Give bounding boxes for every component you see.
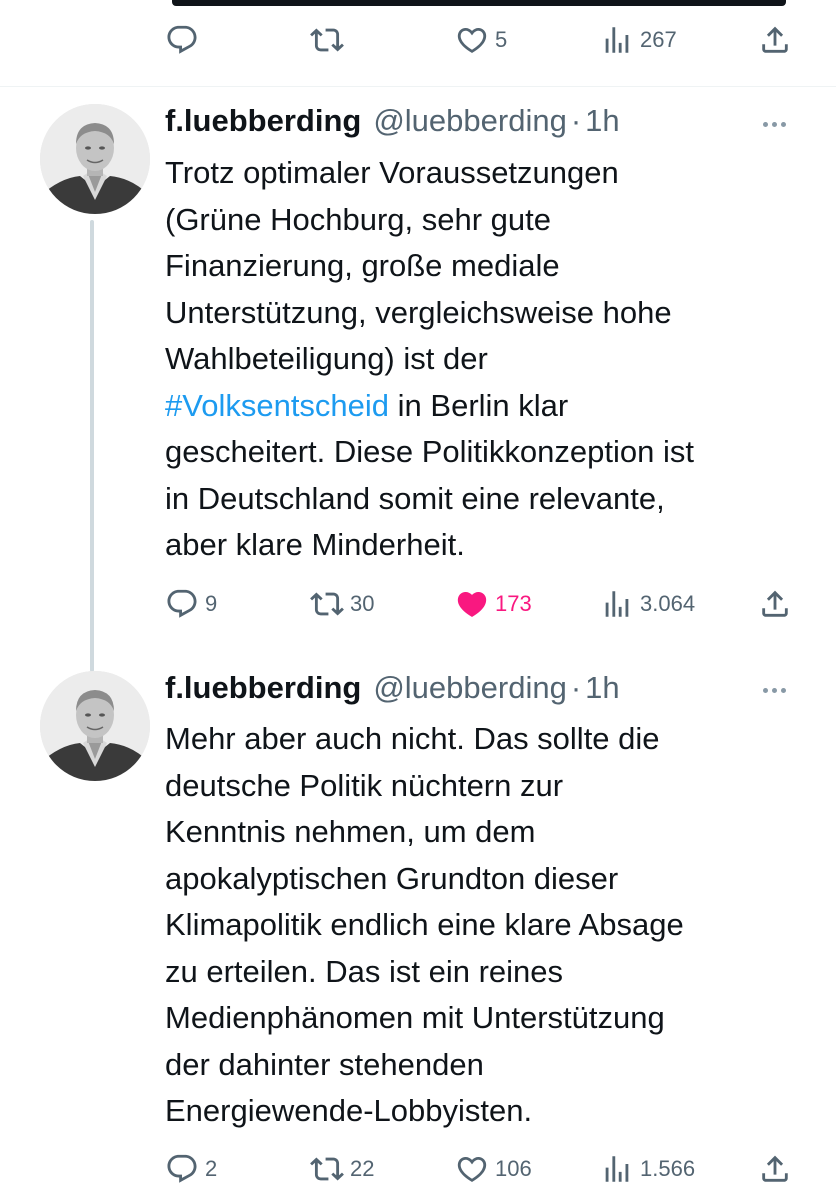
like-count: 173 <box>495 591 532 616</box>
like-button[interactable]: 106 <box>455 1145 532 1193</box>
like-count: 106 <box>495 1156 532 1181</box>
reply-button[interactable]: 2 <box>165 1145 217 1193</box>
retweet-icon <box>310 587 344 621</box>
share-icon <box>758 1152 792 1186</box>
tweet-header: f.luebberding @luebberding · 1h <box>165 670 620 710</box>
tweet-text-line: apokalyptischen Grundton dieser <box>165 860 619 896</box>
reply-button[interactable]: 9 <box>165 580 217 628</box>
reply-icon <box>165 1152 199 1186</box>
retweet-button[interactable] <box>310 16 350 64</box>
profile-photo <box>40 104 150 214</box>
more-icon <box>762 687 768 693</box>
share-button[interactable] <box>758 16 792 64</box>
tweet-text-line: der dahinter stehenden <box>165 1046 484 1082</box>
views-count: 3.064 <box>640 591 696 616</box>
user-handle[interactable]: @luebberding <box>373 670 567 706</box>
tweet-text-line: Medienphänomen mit Unterstützung <box>165 1000 665 1035</box>
tweet-text-line: Klimapolitik endlich eine klare Absage <box>165 907 684 942</box>
views-button[interactable]: 267 <box>600 16 677 64</box>
display-name[interactable]: f.luebberding <box>165 670 361 706</box>
tweet-text-line: in Deutschland somit eine relevante, <box>165 480 665 516</box>
retweet-button[interactable]: 22 <box>310 1145 374 1193</box>
previous-tweet-action-bar: 5 267 <box>0 16 836 64</box>
views-button[interactable]: 1.566 <box>600 1145 695 1193</box>
tweet-text-line: Mehr aber auch nicht. Das sollte die <box>165 721 660 756</box>
user-handle[interactable]: @luebberding <box>373 103 567 139</box>
retweet-count: 30 <box>350 591 375 616</box>
avatar[interactable] <box>40 104 150 214</box>
timestamp[interactable]: 1h <box>585 670 619 706</box>
share-button[interactable] <box>758 1145 792 1193</box>
tweet-header: f.luebberding @luebberding · 1h <box>165 103 620 143</box>
tweet-text-line: Kenntnis nehmen, um dem <box>165 814 536 849</box>
timestamp[interactable]: 1h <box>585 103 619 139</box>
previous-tweet-media-edge <box>172 0 786 6</box>
tweet-text-line: aber klare Minderheit. <box>165 527 465 562</box>
heart-icon <box>455 1152 489 1186</box>
tweet-action-bar: 2 22 106 1.566 <box>0 1145 836 1193</box>
views-button[interactable]: 3.064 <box>600 580 695 628</box>
retweet-icon <box>310 23 344 57</box>
separator-dot: · <box>570 670 582 705</box>
retweet-count: 22 <box>350 1156 375 1181</box>
tweet-text-line: Unterstützung, vergleichsweise hohe <box>165 294 672 330</box>
tweet-text-line: Energiewende-Lobbyisten. <box>165 1093 533 1128</box>
like-button[interactable]: 5 <box>455 16 507 64</box>
views-icon <box>600 1152 634 1186</box>
more-icon <box>762 121 768 127</box>
tweet-text-line: zu erteilen. Das ist ein reines <box>165 953 564 989</box>
tweet-text-line: deutsche Politik nüchtern zur <box>165 767 564 803</box>
reply-count: 9 <box>205 591 218 616</box>
reply-icon <box>165 23 199 57</box>
tweet-text-line: Finanzierung, große mediale <box>165 248 560 283</box>
tweet-action-bar: 9 30 173 3.064 <box>0 580 836 628</box>
tweet-text-line: gescheitert. Diese Politikkonzeption ist <box>165 434 694 469</box>
views-icon <box>600 23 634 57</box>
views-count: 1.566 <box>640 1156 696 1181</box>
heart-filled-icon <box>455 587 489 621</box>
more-options-button[interactable] <box>754 114 794 134</box>
reply-count: 2 <box>205 1156 218 1181</box>
views-icon <box>600 587 634 621</box>
display-name[interactable]: f.luebberding <box>165 103 361 139</box>
tweet-text-line: Wahlbeteiligung) ist der <box>165 341 488 376</box>
tweet-text-fragment: in Berlin klar <box>389 387 569 423</box>
reply-icon <box>165 587 199 621</box>
tweet-divider <box>0 86 836 87</box>
profile-photo <box>40 671 150 781</box>
like-button[interactable]: 173 <box>455 580 532 628</box>
share-icon <box>758 23 792 57</box>
tweet-text: Trotz optimaler Voraussetzungen (Grüne H… <box>165 150 805 569</box>
hashtag-link[interactable]: #Volksentscheid <box>165 388 389 423</box>
separator-dot: · <box>570 103 582 138</box>
retweet-button[interactable]: 30 <box>310 580 374 628</box>
views-count: 267 <box>640 27 677 52</box>
reply-button[interactable] <box>165 16 205 64</box>
heart-icon <box>455 23 489 57</box>
like-count: 5 <box>495 27 508 52</box>
more-options-button[interactable] <box>754 680 794 700</box>
tweet-text-line: Trotz optimaler Voraussetzungen <box>165 155 619 190</box>
avatar[interactable] <box>40 671 150 781</box>
share-icon <box>758 587 792 621</box>
tweet-text-line: #Volksentscheid in Berlin klar <box>165 383 805 430</box>
retweet-icon <box>310 1152 344 1186</box>
share-button[interactable] <box>758 580 792 628</box>
tweet-text: Mehr aber auch nicht. Das sollte die deu… <box>165 716 805 1135</box>
tweet-text-line: (Grüne Hochburg, sehr gute <box>165 201 551 237</box>
